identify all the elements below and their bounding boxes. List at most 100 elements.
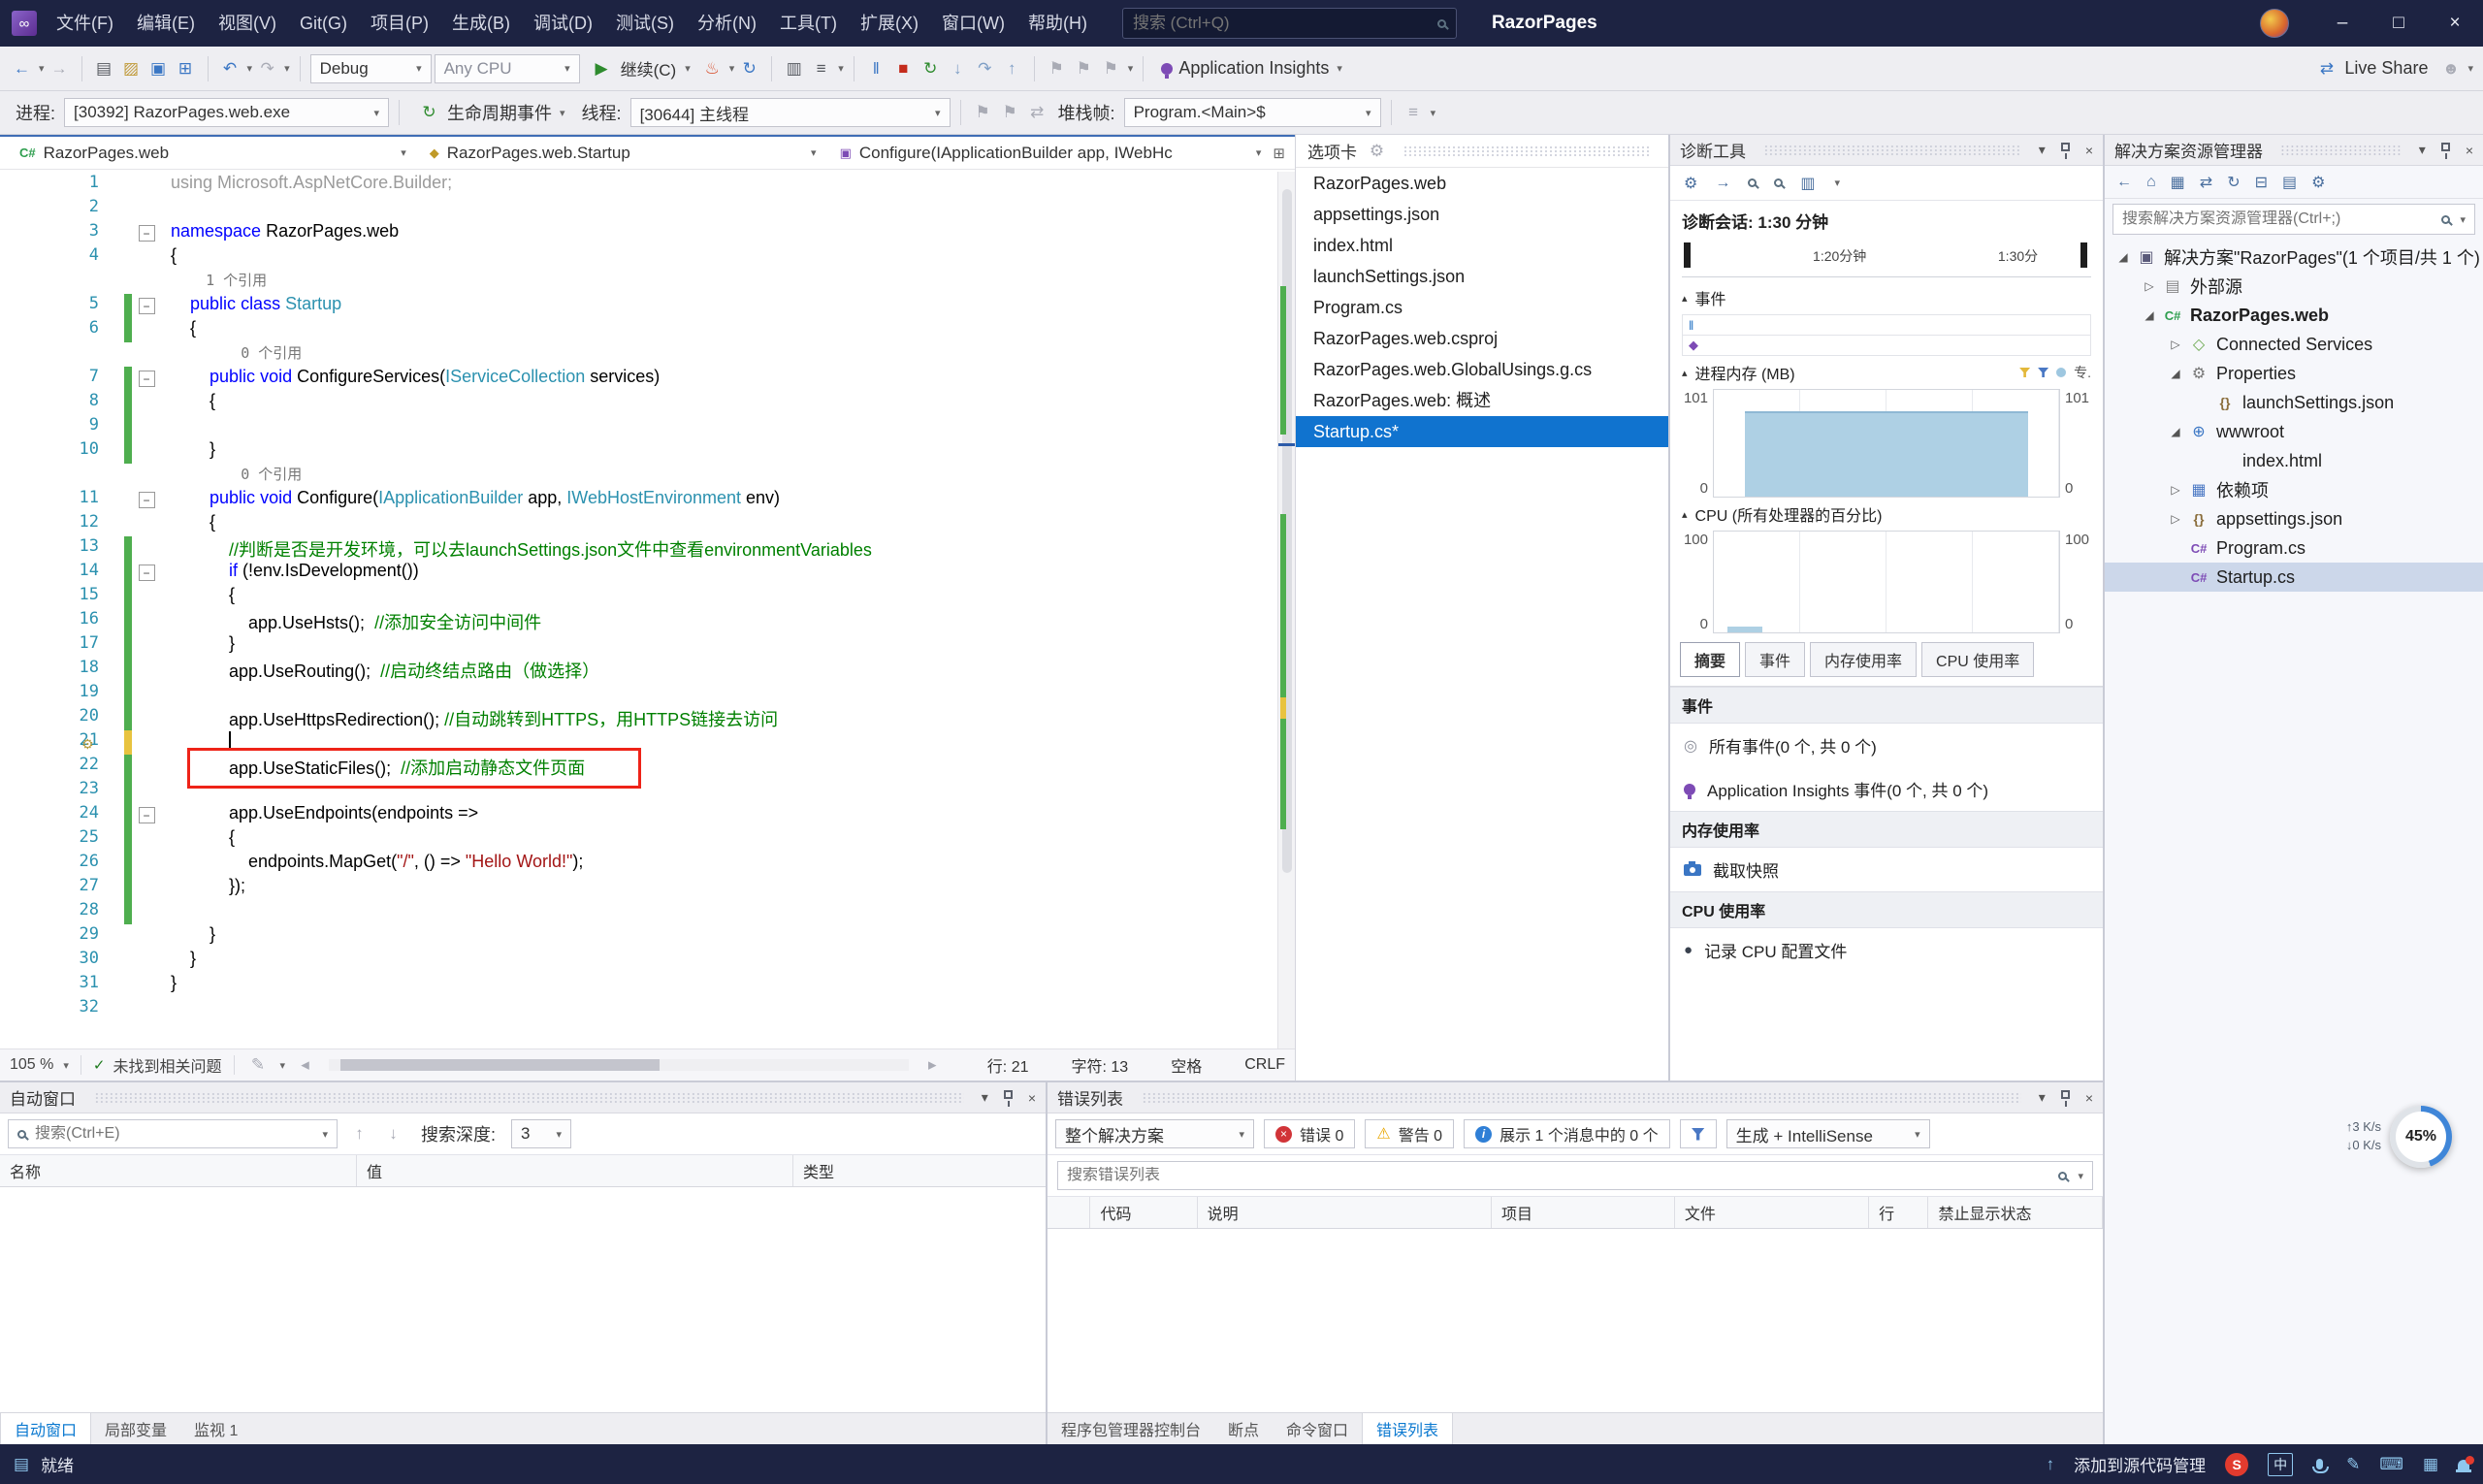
menu-item[interactable]: 帮助(H) xyxy=(1016,0,1099,47)
settings-icon[interactable]: ⚙ xyxy=(1684,174,1697,193)
ime-indicator[interactable]: 中 xyxy=(2268,1453,2293,1476)
navigate-back-button[interactable]: ← xyxy=(10,54,34,83)
panel-tab[interactable]: 错误列表 xyxy=(1362,1413,1453,1444)
record-cpu-profile-button[interactable]: ● 记录 CPU 配置文件 xyxy=(1670,928,2103,972)
titlebar-search[interactable] xyxy=(1122,8,1457,39)
panel-tab[interactable]: 自动窗口 xyxy=(0,1413,91,1444)
home-icon[interactable]: ⌂ xyxy=(2146,174,2156,191)
chevron-down-icon[interactable]: ▾ xyxy=(247,62,253,75)
quick-action-icon[interactable]: ⚙ xyxy=(81,732,94,757)
diagnostics-tab[interactable]: 摘要 xyxy=(1680,642,1740,677)
column-header[interactable]: 值 xyxy=(357,1155,793,1186)
line-ending-indicator[interactable]: CRLF xyxy=(1244,1056,1285,1074)
menu-item[interactable]: 文件(F) xyxy=(45,0,125,47)
tree-item[interactable]: ▷▦依赖项 xyxy=(2105,475,2483,504)
code-lines[interactable]: 1using Microsoft.AspNetCore.Builder;23−n… xyxy=(0,170,1295,1048)
toggle-current-thread-button[interactable]: ⇄ xyxy=(1025,98,1049,127)
stack-frame-dropdown[interactable]: Program.<Main>$▾ xyxy=(1124,98,1381,127)
horizontal-scrollbar[interactable] xyxy=(329,1059,909,1071)
memory-section-header[interactable]: ▴ 进程内存 (MB) 专. xyxy=(1670,356,2103,389)
tree-item[interactable]: C#Program.cs xyxy=(2105,533,2483,563)
pin-icon[interactable] xyxy=(1004,1090,1013,1099)
undo-button[interactable]: ↶ xyxy=(218,54,242,83)
panel-tab[interactable]: 局部变量 xyxy=(91,1413,180,1444)
filter-button[interactable] xyxy=(1680,1119,1717,1148)
document-tab[interactable]: Program.cs xyxy=(1296,292,1668,323)
warnings-filter-button[interactable]: ⚠ 警告 0 xyxy=(1365,1119,1454,1148)
maximize-button[interactable]: □ xyxy=(2370,0,2427,47)
tree-item[interactable]: index.html xyxy=(2105,446,2483,475)
autos-grid-body[interactable] xyxy=(0,1187,1046,1412)
menu-item[interactable]: Git(G) xyxy=(288,0,359,47)
chevron-down-icon[interactable]: ▾ xyxy=(2460,213,2466,226)
chevron-down-icon[interactable]: ▾ xyxy=(982,1089,988,1106)
diagnostics-tab[interactable]: 事件 xyxy=(1745,642,1805,677)
switch-views-icon[interactable]: ▦ xyxy=(2171,173,2185,192)
step-into-button[interactable]: ↓ xyxy=(946,54,970,83)
search-up-button[interactable]: ↑ xyxy=(347,1119,371,1148)
refresh-icon[interactable]: ↻ xyxy=(2227,173,2240,192)
breadcrumb-class[interactable]: ◆ RazorPages.web.Startup ▾ xyxy=(418,137,828,169)
tree-item[interactable]: ▷▤外部源 xyxy=(2105,272,2483,301)
vertical-scrollbar[interactable] xyxy=(1277,172,1295,1048)
step-out-button[interactable]: ↑ xyxy=(1000,54,1024,83)
redo-button[interactable]: ↷ xyxy=(255,54,279,83)
column-header[interactable]: 说明 xyxy=(1198,1197,1492,1228)
save-button[interactable]: ▣ xyxy=(146,54,171,83)
document-tab[interactable]: appsettings.json xyxy=(1296,199,1668,230)
column-header[interactable] xyxy=(1048,1197,1090,1228)
export-icon[interactable]: → xyxy=(1715,175,1730,192)
breadcrumb-project[interactable]: C# RazorPages.web ▾ xyxy=(8,137,418,169)
hot-reload-button[interactable]: ♨ xyxy=(700,54,725,83)
menu-item[interactable]: 视图(V) xyxy=(207,0,288,47)
tree-expander[interactable]: ◢ xyxy=(2139,308,2160,322)
document-tab[interactable]: RazorPages.web: 概述 xyxy=(1296,385,1668,416)
take-snapshot-button[interactable]: 截取快照 xyxy=(1670,848,2103,891)
restart-button[interactable]: ↻ xyxy=(737,54,761,83)
column-header[interactable]: 类型 xyxy=(793,1155,1046,1186)
all-events-link[interactable]: ◎ 所有事件(0 个, 共 0 个) xyxy=(1670,724,2103,767)
show-diagnostics-button[interactable]: ▥ xyxy=(782,54,806,83)
error-source-dropdown[interactable]: 生成 + IntelliSense▾ xyxy=(1726,1119,1930,1148)
notifications-button[interactable] xyxy=(2458,1460,2469,1469)
fold-toggle[interactable]: − xyxy=(139,492,155,508)
solution-search-input[interactable] xyxy=(2122,210,2434,228)
editor-options-icon[interactable]: ✎ xyxy=(246,1050,271,1080)
pin-icon[interactable] xyxy=(2061,143,2070,151)
live-share-button[interactable]: ⇄ Live Share xyxy=(2306,54,2435,83)
chevron-down-icon[interactable]: ▾ xyxy=(2467,62,2473,75)
tree-expander[interactable]: ▷ xyxy=(2165,338,2186,351)
back-icon[interactable]: ← xyxy=(2116,174,2132,191)
cpu-section-header[interactable]: ▴ CPU (所有处理器的百分比) xyxy=(1670,498,2103,531)
pin-icon[interactable] xyxy=(2441,143,2450,151)
diagnostics-tab[interactable]: 内存使用率 xyxy=(1810,642,1917,677)
document-tab[interactable]: Startup.cs* xyxy=(1296,416,1668,447)
toolbar-menu-button[interactable]: ≡ xyxy=(809,54,833,83)
search-input[interactable] xyxy=(1133,14,1430,33)
tree-expander[interactable]: ◢ xyxy=(2165,367,2186,380)
flag-threads-button[interactable]: ⚑ xyxy=(998,98,1022,127)
panel-tab[interactable]: 命令窗口 xyxy=(1273,1413,1362,1444)
tree-item[interactable]: C#Startup.cs xyxy=(2105,563,2483,592)
solution-platform-dropdown[interactable]: Any CPU▾ xyxy=(435,54,580,83)
filter-icon[interactable] xyxy=(2038,368,2048,377)
keyboard-icon[interactable]: ⌨ xyxy=(2379,1455,2403,1474)
scrollbar-thumb[interactable] xyxy=(340,1059,660,1071)
menu-item[interactable]: 调试(D) xyxy=(522,0,604,47)
tree-expander[interactable]: ▷ xyxy=(2165,512,2186,526)
chevron-down-icon[interactable]: ▾ xyxy=(284,62,290,75)
fold-toggle[interactable]: − xyxy=(139,565,155,581)
tree-item[interactable]: ◢▣解决方案"RazorPages"(1 个项目/共 1 个) xyxy=(2105,242,2483,272)
add-to-source-control-button[interactable]: 添加到源代码管理 xyxy=(2074,1452,2206,1476)
split-window-button[interactable]: ⊞ xyxy=(1273,145,1285,162)
menu-item[interactable]: 测试(S) xyxy=(604,0,686,47)
minimize-button[interactable]: – xyxy=(2314,0,2370,47)
show-threads-in-source-button[interactable]: ⚑ xyxy=(971,98,995,127)
bookmark-button[interactable]: ⚑ xyxy=(1045,54,1069,83)
tree-item[interactable]: ◢⊕wwwroot xyxy=(2105,417,2483,446)
search-down-button[interactable]: ↓ xyxy=(381,1119,405,1148)
tree-expander[interactable]: ▷ xyxy=(2139,279,2160,293)
chevron-down-icon[interactable]: ▾ xyxy=(1834,177,1840,189)
collapse-all-icon[interactable]: ⊟ xyxy=(2255,173,2268,192)
zoom-level-dropdown[interactable]: 105 % xyxy=(10,1056,53,1074)
